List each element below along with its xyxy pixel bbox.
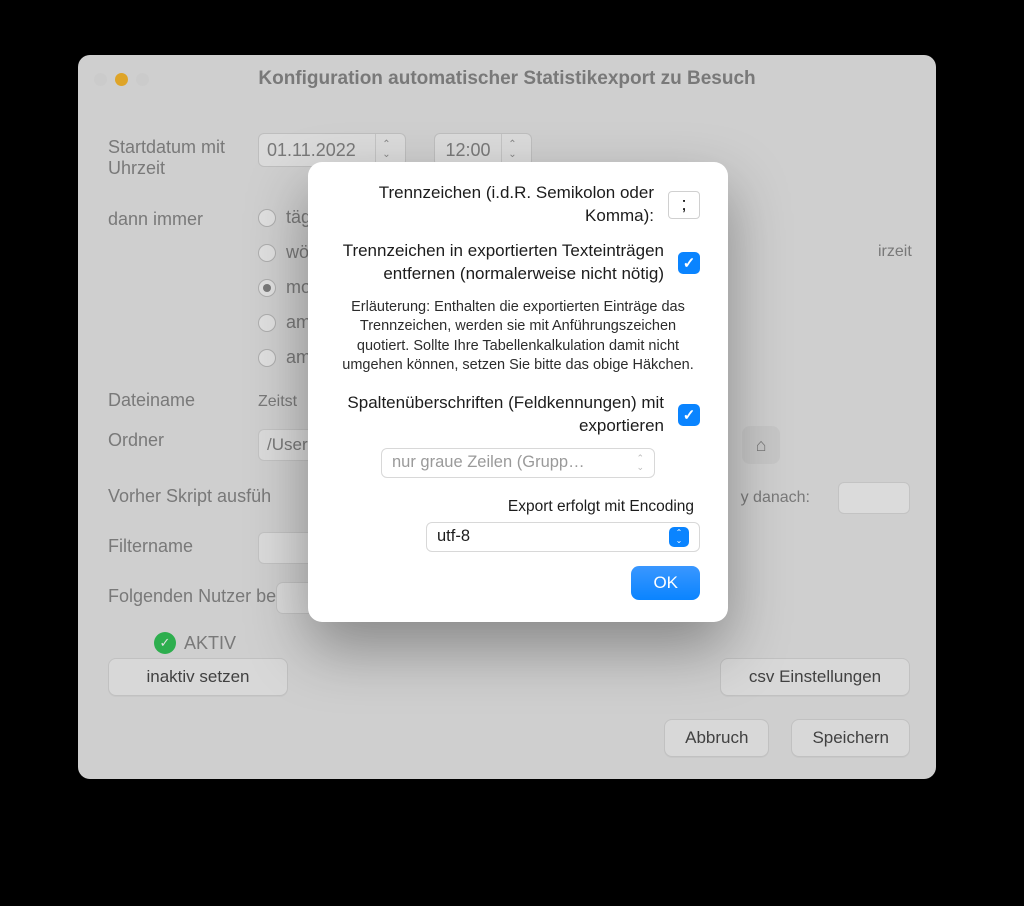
separator-label: Trennzeichen (i.d.R. Semikolon oder Komm… [336,182,654,228]
chevron-updown-icon: ⌃⌄ [636,454,644,472]
encoding-value: utf-8 [437,527,470,546]
chevron-updown-icon: ⌃⌄ [669,527,689,547]
strip-separator-note: Erläuterung: Enthalten die exportierten … [336,298,700,376]
row-filter-select[interactable]: nur graue Zeilen (Grupp… ⌃⌄ [381,448,655,478]
encoding-select[interactable]: utf-8 ⌃⌄ [426,522,700,552]
export-headers-checkbox[interactable]: ✓ [678,404,700,426]
separator-field[interactable] [668,191,700,219]
encoding-label: Export erfolgt mit Encoding [508,498,694,516]
ok-button[interactable]: OK [631,566,700,600]
export-headers-label: Spaltenüberschriften (Feldkennungen) mit… [336,392,664,438]
strip-separator-label: Trennzeichen in exportierten Texteinträg… [336,240,664,286]
row-filter-value: nur graue Zeilen (Grupp… [392,453,585,472]
strip-separator-checkbox[interactable]: ✓ [678,252,700,274]
csv-settings-dialog: Trennzeichen (i.d.R. Semikolon oder Komm… [308,162,728,622]
